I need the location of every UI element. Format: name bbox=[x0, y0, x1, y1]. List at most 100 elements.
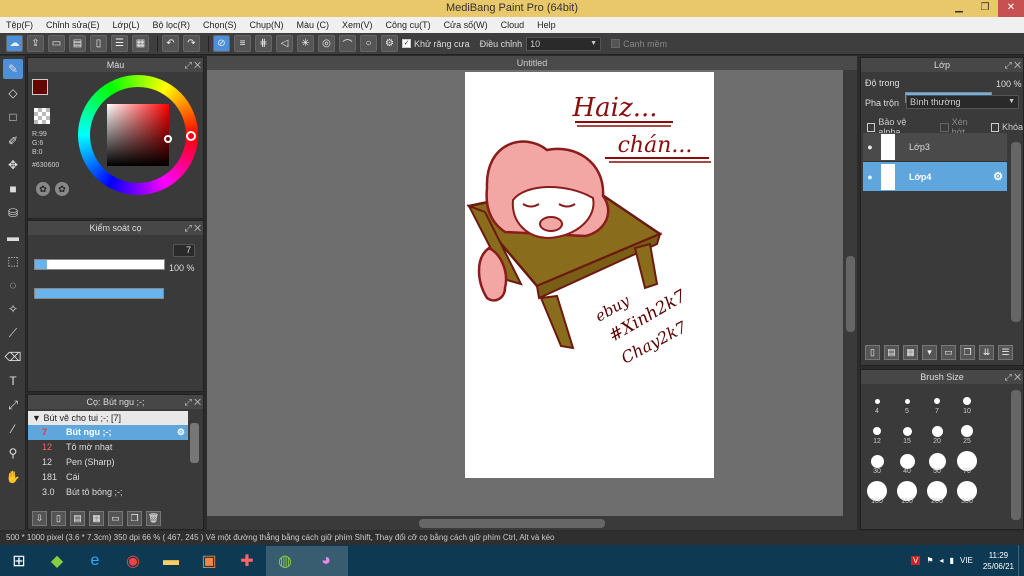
bucket-tool-icon[interactable]: ⛁ bbox=[3, 203, 23, 223]
concentric-snap-icon[interactable]: ◎ bbox=[318, 35, 335, 52]
clock[interactable]: 11:29 25/06/21 bbox=[983, 550, 1014, 572]
brush-item[interactable]: 7 Bút ngu ;-; ⚙ bbox=[28, 425, 188, 440]
radial-snap-icon[interactable]: ✳ bbox=[297, 35, 314, 52]
divide-tool-icon[interactable]: ⁄ bbox=[3, 419, 23, 439]
brush-size-preset[interactable]: 7 bbox=[923, 387, 951, 415]
vertical-scroll-thumb[interactable] bbox=[846, 256, 855, 332]
duplicate-icon[interactable]: ❐ bbox=[127, 511, 142, 526]
menu-select[interactable]: Chọn(S) bbox=[203, 20, 237, 30]
blend-mode-select[interactable]: Bình thường ▼ bbox=[906, 95, 1019, 109]
menu-snap[interactable]: Chụp(N) bbox=[250, 20, 284, 30]
new-layer-icon[interactable]: ▯ bbox=[865, 345, 880, 360]
eye-icon[interactable]: ● bbox=[863, 172, 877, 182]
speaker-icon[interactable]: ◂ bbox=[940, 556, 944, 565]
text-tool-icon[interactable]: T bbox=[3, 371, 23, 391]
redo-icon[interactable]: ↷ bbox=[183, 35, 200, 52]
app-office-icon[interactable]: ▣ bbox=[190, 546, 228, 576]
chat-icon[interactable]: ▤ bbox=[69, 35, 86, 52]
duplicate-icon[interactable]: ❐ bbox=[960, 345, 975, 360]
menu-help[interactable]: Help bbox=[537, 20, 556, 30]
brush-size-preset[interactable]: 10 bbox=[953, 387, 981, 415]
layer-item[interactable]: ● Lớp4 ⚙ bbox=[863, 162, 1007, 191]
foreground-color-swatch[interactable] bbox=[32, 79, 48, 95]
app-medibang-icon[interactable]: ◕ bbox=[304, 545, 348, 576]
brush-size-preset[interactable]: 5 bbox=[893, 387, 921, 415]
transparent-swatch[interactable] bbox=[34, 108, 50, 124]
menu-window[interactable]: Cửa số(W) bbox=[444, 20, 488, 30]
brush-size-preset[interactable]: 25 bbox=[953, 417, 981, 445]
hue-ring[interactable] bbox=[78, 75, 198, 195]
brush-size-preset[interactable]: 50 bbox=[923, 447, 951, 475]
layer-scrollbar[interactable] bbox=[1011, 142, 1021, 322]
hue-handle[interactable] bbox=[186, 131, 196, 141]
canvas-tab[interactable]: Untitled bbox=[207, 56, 857, 70]
horizontal-scrollbar[interactable] bbox=[207, 516, 857, 530]
rectangle-tool-icon[interactable]: □ bbox=[3, 107, 23, 127]
dot-pen-tool-icon[interactable]: ✐ bbox=[3, 131, 23, 151]
show-desktop-button[interactable] bbox=[1018, 545, 1024, 576]
brush-size-preset[interactable]: 150 bbox=[893, 477, 921, 505]
adjust-select[interactable]: 10 ▼ bbox=[526, 36, 602, 51]
folder-icon[interactable]: ▭ bbox=[941, 345, 956, 360]
protect-alpha-checkbox[interactable] bbox=[867, 122, 876, 132]
battery-icon[interactable]: ▮ bbox=[950, 556, 954, 565]
menu-tools[interactable]: Công cụ(T) bbox=[386, 20, 431, 30]
curve-snap-icon[interactable]: ⌒ bbox=[339, 35, 356, 52]
app-bluestacks-icon[interactable]: ◆ bbox=[38, 546, 76, 576]
operation-tool-icon[interactable]: ⤢ bbox=[3, 395, 23, 415]
app-ie-icon[interactable]: e bbox=[76, 546, 114, 576]
tray-v-icon[interactable]: V bbox=[911, 556, 921, 565]
minimize-button[interactable]: ▁ bbox=[946, 0, 972, 17]
menu-layer[interactable]: Lớp(L) bbox=[113, 20, 140, 30]
new-halftone-layer-icon[interactable]: ▤ bbox=[884, 345, 899, 360]
share-icon[interactable]: ⇪ bbox=[27, 35, 44, 52]
close-icon[interactable]: ⤢ ✕ bbox=[184, 395, 201, 409]
menu-view[interactable]: Xem(V) bbox=[342, 20, 373, 30]
brush-item[interactable]: 181 Cái bbox=[28, 470, 188, 485]
eyedropper-tool-icon[interactable]: ⚲ bbox=[3, 443, 23, 463]
menu-file[interactable]: Tệp(F) bbox=[6, 20, 33, 30]
grid-icon[interactable]: ▦ bbox=[132, 35, 149, 52]
lasso-tool-icon[interactable]: ◌ bbox=[3, 275, 23, 295]
horizontal-scroll-thumb[interactable] bbox=[419, 519, 605, 528]
gear-icon[interactable]: ⚙ bbox=[177, 425, 188, 440]
brush-size-preset[interactable]: 20 bbox=[923, 417, 951, 445]
brush-size-preset[interactable]: 70 bbox=[953, 447, 981, 475]
brush-size-preset[interactable]: 15 bbox=[893, 417, 921, 445]
perspective-snap-icon[interactable]: ◁ bbox=[276, 35, 293, 52]
move-tool-icon[interactable]: ✥ bbox=[3, 155, 23, 175]
settings-icon[interactable]: ⚙ bbox=[381, 35, 398, 52]
brush-size-preset[interactable]: 30 bbox=[863, 447, 891, 475]
close-icon[interactable]: ⤢ ✕ bbox=[184, 58, 201, 72]
add-brush-icon[interactable]: ▤ bbox=[70, 511, 85, 526]
new-brush-icon[interactable]: ▯ bbox=[51, 511, 66, 526]
lock-checkbox[interactable] bbox=[990, 122, 999, 132]
brush-list-scrollbar[interactable] bbox=[190, 423, 199, 463]
brush-item[interactable]: 3.0 Bút tô bóng ;-; bbox=[28, 485, 188, 500]
brush-size-preset[interactable]: 4 bbox=[863, 387, 891, 415]
close-icon[interactable]: ⤢ ✕ bbox=[1004, 58, 1021, 72]
cloud-icon[interactable]: ☁ bbox=[6, 35, 23, 52]
layer-menu-icon[interactable]: ☰ bbox=[998, 345, 1013, 360]
language-indicator[interactable]: VIE bbox=[960, 556, 973, 565]
merge-icon[interactable]: ⇊ bbox=[979, 345, 994, 360]
brush-item[interactable]: 12 Tô mờ nhạt bbox=[28, 440, 188, 455]
close-icon[interactable]: ⤢ ✕ bbox=[1004, 370, 1021, 384]
brush-size-slider[interactable] bbox=[34, 259, 165, 270]
close-button[interactable]: ✕ bbox=[998, 0, 1024, 17]
flag-icon[interactable]: ⚑ bbox=[926, 556, 933, 565]
gear-icon[interactable]: ⚙ bbox=[993, 170, 1007, 183]
windows-start-icon[interactable]: ⊞ bbox=[0, 546, 38, 576]
brush-size-preset[interactable]: 12 bbox=[863, 417, 891, 445]
edge-checkbox[interactable] bbox=[611, 39, 621, 48]
new-8bit-layer-icon[interactable]: ▦ bbox=[903, 345, 918, 360]
brush-tool-icon[interactable]: ✎ bbox=[3, 59, 23, 79]
clip-checkbox[interactable] bbox=[940, 122, 949, 132]
brush-size-preset[interactable]: 40 bbox=[893, 447, 921, 475]
edit-brush-icon[interactable]: ▦ bbox=[89, 511, 104, 526]
eye-icon[interactable]: ● bbox=[863, 142, 877, 152]
magic-wand-tool-icon[interactable]: ✧ bbox=[3, 299, 23, 319]
menu-color[interactable]: Màu (C) bbox=[297, 20, 330, 30]
app-folder-icon[interactable]: ▬ bbox=[152, 546, 190, 576]
maximize-button[interactable]: ❐ bbox=[972, 0, 998, 17]
